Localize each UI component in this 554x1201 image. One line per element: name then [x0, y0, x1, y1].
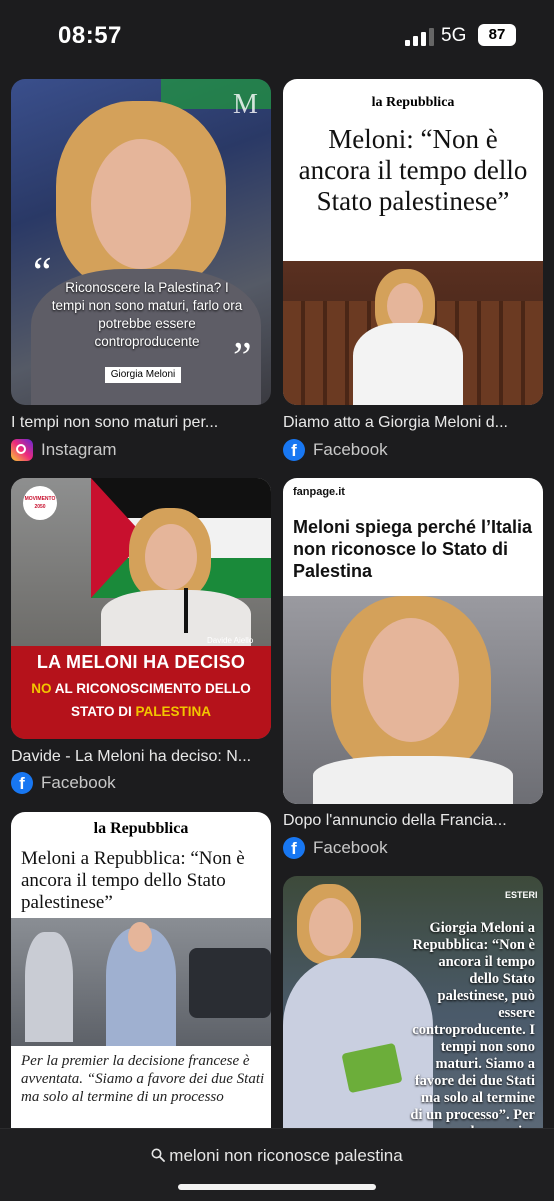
red-banner: LA MELONI HA DECISO NO AL RICONOSCIMENTO…: [11, 646, 271, 739]
parliament-photo: [283, 261, 543, 405]
portrait-photo: [283, 596, 543, 804]
image-headline: Meloni spiega perché l’Italia non ricono…: [293, 517, 533, 581]
result-source[interactable]: f Facebook: [283, 836, 388, 860]
result-image[interactable]: M “ Riconoscere la Palestina? I tempi no…: [11, 79, 271, 405]
result-caption[interactable]: Dopo l'annuncio della Francia...: [283, 812, 543, 830]
person-face: [91, 139, 191, 269]
search-query[interactable]: meloni non riconosce palestina: [0, 1146, 554, 1166]
result-source[interactable]: f Facebook: [11, 771, 116, 795]
search-icon: [151, 1148, 166, 1162]
source-label: Facebook: [313, 440, 388, 459]
jacket-shape: [313, 756, 513, 804]
facebook-icon: f: [283, 837, 305, 859]
image-name-label: Giorgia Meloni: [105, 367, 181, 383]
person-face: [363, 618, 459, 742]
banner-line-2: NO AL RICONOSCIMENTO DELLO: [11, 681, 271, 696]
person-face: [145, 524, 197, 590]
image-headline: Meloni a Repubblica: “Non è ancora il te…: [21, 848, 245, 913]
result-image[interactable]: la Repubblica Meloni: “Non è ancora il t…: [283, 79, 543, 405]
banner-line-2-text: AL RICONOSCIMENTO DELLO: [51, 681, 251, 696]
image-body-text: Per la premier la decisione francese è a…: [21, 1053, 265, 1105]
result-source[interactable]: f Facebook: [283, 438, 388, 462]
banner-line-1: LA MELONI HA DECISO: [36, 652, 246, 672]
result-caption[interactable]: Diamo atto a Giorgia Meloni d...: [283, 414, 543, 432]
person-left: [25, 932, 73, 1042]
street-photo: [11, 918, 271, 1046]
result-caption[interactable]: Davide - La Meloni ha deciso: N...: [11, 748, 271, 766]
banner-no: NO: [31, 681, 52, 696]
search-query-text: meloni non riconosce palestina: [169, 1146, 403, 1165]
banner-palestina: PALESTINA: [135, 704, 212, 719]
banner-line-3: STATO DI PALESTINA: [11, 704, 271, 719]
result-image[interactable]: ESTERI Giorgia Meloni a Repubblica: “Non…: [283, 876, 543, 1128]
newspaper-masthead: la Repubblica: [93, 820, 189, 837]
person-face: [309, 898, 353, 956]
jacket-shape: [353, 323, 463, 405]
status-bar: 08:57 5G 87: [0, 0, 554, 70]
banner-line-3-text: STATO DI: [70, 704, 136, 719]
close-quote-icon: ”: [233, 335, 252, 381]
network-type: 5G: [441, 25, 467, 46]
home-indicator[interactable]: [178, 1184, 376, 1190]
source-label: Instagram: [41, 440, 117, 459]
person-face: [128, 922, 152, 952]
image-headline: Giorgia Meloni a Repubblica: “Non è anco…: [410, 920, 535, 1128]
result-image[interactable]: fanpage.it Meloni spiega perché l’Italia…: [283, 478, 543, 804]
newspaper-logo: M: [233, 89, 258, 120]
result-caption[interactable]: I tempi non sono maturi per...: [11, 414, 271, 432]
newspaper-masthead: fanpage.it: [293, 486, 345, 498]
microphone-icon: [184, 588, 188, 633]
source-label: Facebook: [41, 773, 116, 792]
car-shape: [189, 948, 271, 1018]
bottom-search-bar[interactable]: meloni non riconosce palestina: [0, 1128, 554, 1201]
image-headline: Meloni: “Non è ancora il tempo dello Sta…: [298, 124, 528, 216]
image-quote: Riconoscere la Palestina? I tempi non so…: [51, 280, 243, 349]
facebook-icon: f: [283, 439, 305, 461]
result-image[interactable]: la Repubblica Meloni a Repubblica: “Non …: [11, 812, 271, 1128]
instagram-icon: [11, 439, 33, 461]
result-source[interactable]: Instagram: [11, 438, 117, 462]
newspaper-masthead: la Repubblica: [371, 95, 455, 110]
status-time: 08:57: [58, 22, 122, 49]
signal-icon: [405, 28, 434, 46]
result-image[interactable]: MOVIMENTO 2050 Davide Aiello LA MELONI H…: [11, 478, 271, 739]
image-credit: Davide Aiello: [207, 636, 254, 645]
movement-badge: MOVIMENTO 2050: [23, 486, 57, 520]
source-label: Facebook: [313, 838, 388, 857]
section-label: ESTERI: [505, 890, 538, 900]
battery-icon: 87: [478, 24, 516, 46]
facebook-icon: f: [11, 772, 33, 794]
